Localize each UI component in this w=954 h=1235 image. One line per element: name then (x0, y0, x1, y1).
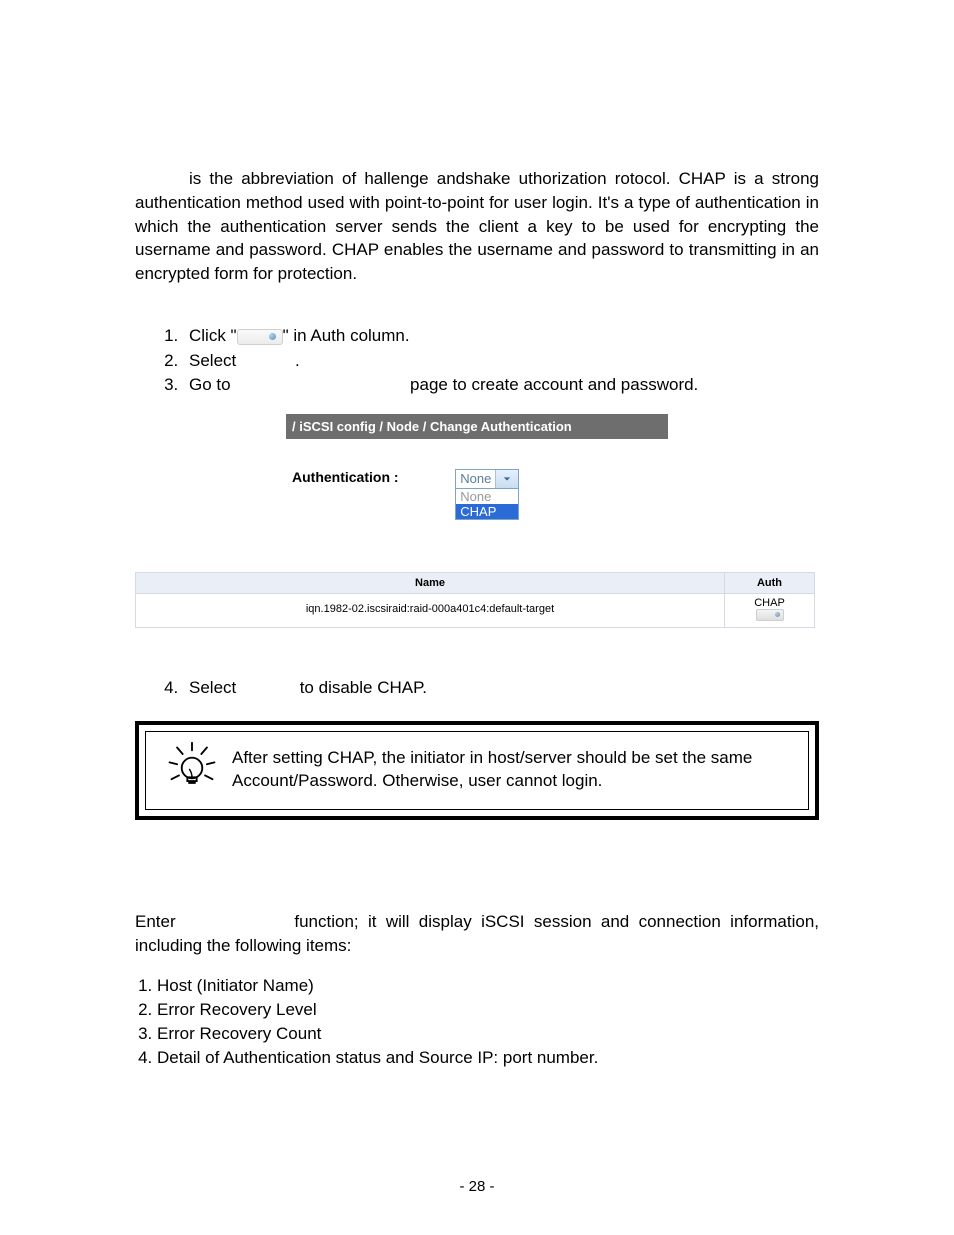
lightbulb-icon (160, 740, 224, 801)
list-item: Error Recovery Count (157, 1022, 819, 1046)
step-3: Go to page to create account and passwor… (183, 373, 819, 398)
breadcrumb: / iSCSI config / Node / Change Authentic… (286, 414, 668, 439)
list-item: Error Recovery Level (157, 998, 819, 1022)
table-row: iqn.1982-02.iscsiraid:raid-000a401c4:def… (136, 593, 815, 627)
authentication-label: Authentication : (292, 469, 399, 485)
node-table: Name Auth iqn.1982-02.iscsiraid:raid-000… (135, 572, 815, 628)
step-1: Click "" in Auth column. (183, 324, 819, 349)
page-number: - 28 - (0, 1178, 954, 1195)
auth-row-button[interactable] (756, 609, 784, 621)
table-cell-auth: CHAP (725, 593, 815, 627)
session-list: Host (Initiator Name) Error Recovery Lev… (157, 974, 819, 1069)
step-2: Select . (183, 349, 819, 374)
table-cell-name: iqn.1982-02.iscsiraid:raid-000a401c4:def… (136, 593, 725, 627)
tip-text: After setting CHAP, the initiator in hos… (224, 747, 794, 793)
authentication-dropdown-list[interactable]: None CHAP (455, 489, 519, 520)
list-item: Detail of Authentication status and Sour… (157, 1046, 819, 1070)
auth-column-button-icon (237, 329, 283, 345)
tip-callout: After setting CHAP, the initiator in hos… (135, 721, 819, 820)
table-header-name: Name (136, 572, 725, 593)
authentication-option-chap[interactable]: CHAP (456, 504, 518, 519)
authentication-option-none[interactable]: None (456, 489, 518, 504)
session-intro: Enter function; it will display iSCSI se… (135, 910, 819, 958)
step-4: Select to disable CHAP. (183, 676, 819, 701)
chevron-down-icon (495, 470, 518, 488)
authentication-dropdown[interactable]: None (455, 469, 519, 489)
table-header-auth: Auth (725, 572, 815, 593)
chap-intro-paragraph: is the abbreviation of hallenge andshake… (135, 167, 819, 286)
list-item: Host (Initiator Name) (157, 974, 819, 998)
authentication-dropdown-value: None (456, 470, 495, 487)
